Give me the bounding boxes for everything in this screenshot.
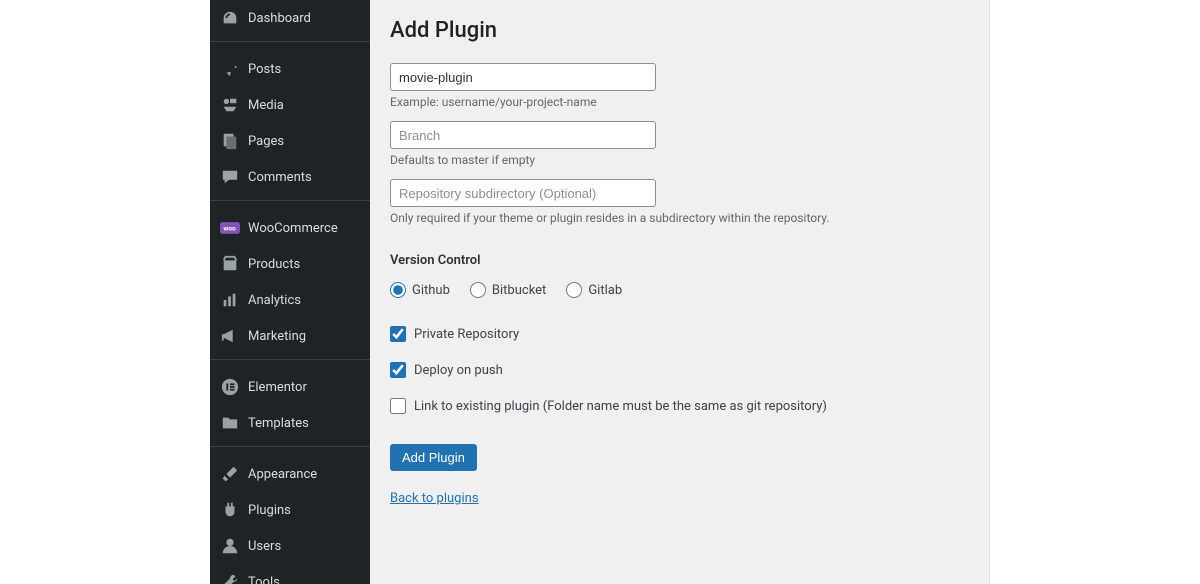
back-to-plugins-link[interactable]: Back to plugins	[390, 491, 479, 506]
folder-icon	[220, 413, 240, 433]
sidebar-item-label: Dashboard	[248, 11, 311, 26]
sidebar-item-label: Media	[248, 98, 284, 113]
version-control-label: Version Control	[390, 253, 969, 268]
checkbox-private-input[interactable]	[390, 326, 406, 342]
elementor-icon	[220, 377, 240, 397]
products-icon	[220, 254, 240, 274]
pin-icon	[220, 59, 240, 79]
sidebar-item-label: Comments	[248, 170, 312, 185]
radio-label: Gitlab	[588, 283, 622, 298]
sidebar-item-appearance[interactable]: Appearance	[210, 456, 370, 492]
sidebar-item-products[interactable]: Products	[210, 246, 370, 282]
sidebar-item-marketing[interactable]: Marketing	[210, 318, 370, 354]
sidebar-item-posts[interactable]: Posts	[210, 51, 370, 87]
media-icon	[220, 95, 240, 115]
woo-icon: woo	[220, 218, 240, 238]
sidebar-item-label: Templates	[248, 416, 309, 431]
user-icon	[220, 536, 240, 556]
radio-bitbucket[interactable]: Bitbucket	[470, 282, 546, 298]
sidebar-item-label: Plugins	[248, 503, 291, 518]
checkbox-deploy-push[interactable]: Deploy on push	[390, 362, 969, 378]
page-title: Add Plugin	[390, 18, 969, 43]
sidebar-item-media[interactable]: Media	[210, 87, 370, 123]
subdir-input[interactable]	[390, 179, 656, 207]
sidebar-item-label: Analytics	[248, 293, 301, 308]
main-content: Add Plugin Example: username/your-projec…	[370, 0, 990, 584]
repo-hint: Example: username/your-project-name	[390, 95, 969, 109]
checkbox-label: Link to existing plugin (Folder name mus…	[414, 399, 827, 414]
plug-icon	[220, 500, 240, 520]
sidebar-item-pages[interactable]: Pages	[210, 123, 370, 159]
sidebar-item-label: Pages	[248, 134, 284, 149]
checkbox-link-existing[interactable]: Link to existing plugin (Folder name mus…	[390, 398, 969, 414]
sidebar-item-analytics[interactable]: Analytics	[210, 282, 370, 318]
comment-icon	[220, 167, 240, 187]
sidebar-item-label: Elementor	[248, 380, 307, 395]
checkbox-link-input[interactable]	[390, 398, 406, 414]
sidebar-item-comments[interactable]: Comments	[210, 159, 370, 195]
sidebar-item-woocommerce[interactable]: woo WooCommerce	[210, 210, 370, 246]
sidebar-item-tools[interactable]: Tools	[210, 564, 370, 584]
sidebar-item-label: Appearance	[248, 467, 317, 482]
wrench-icon	[220, 572, 240, 584]
radio-bitbucket-input[interactable]	[470, 282, 486, 298]
radio-label: Bitbucket	[492, 283, 546, 298]
branch-input[interactable]	[390, 121, 656, 149]
radio-gitlab-input[interactable]	[566, 282, 582, 298]
page-icon	[220, 131, 240, 151]
sidebar-item-users[interactable]: Users	[210, 528, 370, 564]
dashboard-icon	[220, 8, 240, 28]
radio-github-input[interactable]	[390, 282, 406, 298]
sidebar-item-label: Products	[248, 257, 300, 272]
radio-github[interactable]: Github	[390, 282, 450, 298]
subdir-hint: Only required if your theme or plugin re…	[390, 211, 969, 225]
sidebar-item-label: WooCommerce	[248, 221, 338, 236]
add-plugin-button[interactable]: Add Plugin	[390, 444, 477, 471]
checkbox-private-repo[interactable]: Private Repository	[390, 326, 969, 342]
branch-hint: Defaults to master if empty	[390, 153, 969, 167]
sidebar-item-label: Posts	[248, 62, 281, 77]
admin-sidebar: Dashboard Posts Media Pages Comments woo…	[210, 0, 370, 584]
sidebar-item-dashboard[interactable]: Dashboard	[210, 0, 370, 36]
sidebar-item-templates[interactable]: Templates	[210, 405, 370, 441]
checkbox-deploy-input[interactable]	[390, 362, 406, 378]
megaphone-icon	[220, 326, 240, 346]
checkbox-label: Private Repository	[414, 327, 519, 342]
sidebar-item-label: Marketing	[248, 329, 306, 344]
brush-icon	[220, 464, 240, 484]
sidebar-item-label: Tools	[248, 575, 280, 584]
sidebar-item-label: Users	[248, 539, 281, 554]
svg-text:woo: woo	[223, 225, 236, 233]
analytics-icon	[220, 290, 240, 310]
radio-label: Github	[412, 283, 450, 298]
checkbox-label: Deploy on push	[414, 363, 503, 378]
repo-input[interactable]	[390, 63, 656, 91]
sidebar-item-elementor[interactable]: Elementor	[210, 369, 370, 405]
radio-gitlab[interactable]: Gitlab	[566, 282, 622, 298]
sidebar-item-plugins[interactable]: Plugins	[210, 492, 370, 528]
